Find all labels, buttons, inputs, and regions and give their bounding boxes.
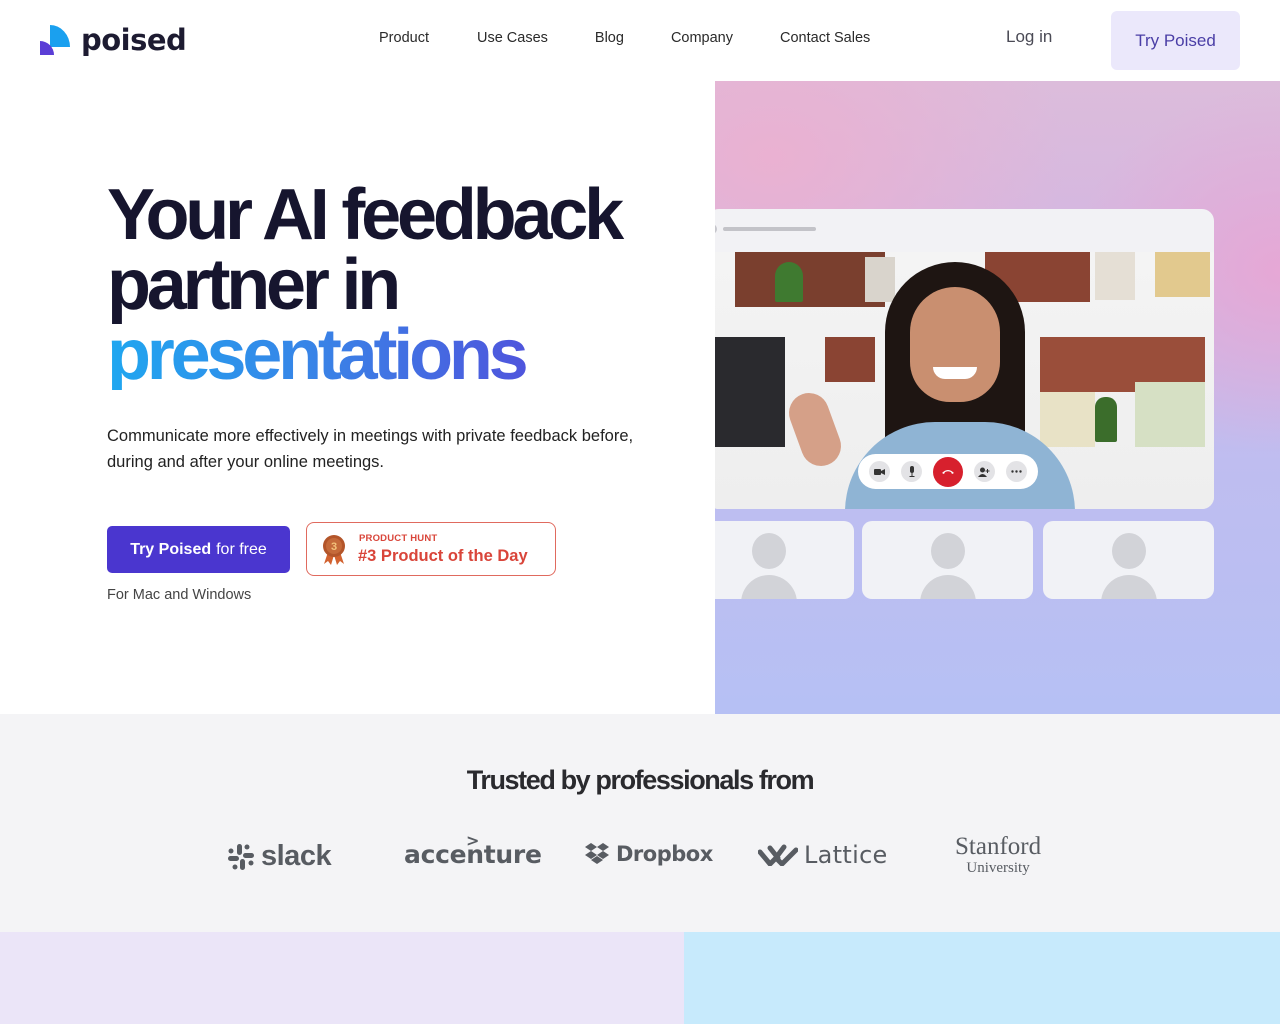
add-participant-button[interactable] <box>973 461 995 482</box>
try-poised-nav-button[interactable]: Try Poised <box>1111 11 1240 70</box>
user-avatar-icon <box>930 533 965 569</box>
cta-bold-label: Try Poised <box>130 540 212 558</box>
login-link[interactable]: Log in <box>1006 27 1052 47</box>
nav-link-blog[interactable]: Blog <box>595 29 624 47</box>
window-dot <box>715 224 717 234</box>
feature-panel-left <box>0 932 684 1024</box>
speaker-face <box>910 287 1000 402</box>
poised-logo[interactable]: poised <box>40 23 187 57</box>
hero-title-line-2: partner in <box>107 245 401 325</box>
accenture-logo: > accenture <box>404 831 542 869</box>
call-controls <box>858 454 1038 489</box>
dropbox-logo: Dropbox <box>585 842 713 866</box>
participant-tile <box>862 521 1033 599</box>
medal-number: 3 <box>331 541 337 553</box>
speaker-smile <box>933 367 977 379</box>
dropbox-icon <box>585 843 609 864</box>
camera-icon <box>874 468 886 475</box>
brand-name: poised <box>81 23 187 57</box>
poised-logo-icon <box>40 25 70 55</box>
top-nav: poised Product Use Cases Blog Company Co… <box>0 0 1280 80</box>
nav-links: Product Use Cases Blog Company Contact S… <box>379 29 870 47</box>
user-avatar-icon <box>751 533 786 569</box>
end-call-button[interactable] <box>932 456 963 487</box>
participant-tile <box>1043 521 1214 599</box>
speaker-video <box>715 252 1214 509</box>
badge-title: #3 Product of the Day <box>358 547 528 565</box>
try-poised-free-button[interactable]: Try Poised for free <box>107 526 290 573</box>
hero-title-highlight: presentations <box>107 319 620 391</box>
hero-title-line-1: Your AI feedback <box>107 175 624 255</box>
stanford-subtext: University <box>966 860 1030 876</box>
participant-tile <box>715 521 854 599</box>
video-call-window <box>715 209 1214 509</box>
trusted-title: Trusted by professionals from <box>466 765 815 795</box>
stanford-wordmark: Stanford <box>955 833 1042 860</box>
customer-logos: slack > accenture Dropbox Lattice Stanfo… <box>0 831 1280 884</box>
stanford-logo: Stanford University <box>955 834 1041 877</box>
nav-link-use-cases[interactable]: Use Cases <box>477 29 548 47</box>
lattice-icon <box>758 844 798 866</box>
hero-subtitle: Communicate more effectively in meetings… <box>107 427 634 471</box>
badge-label: PRODUCT HUNT <box>359 533 438 544</box>
speaker-hand <box>783 387 847 472</box>
nav-link-company[interactable]: Company <box>671 29 733 47</box>
lattice-wordmark: Lattice <box>804 841 888 869</box>
more-options-button[interactable] <box>1005 461 1027 482</box>
more-icon <box>1010 470 1022 473</box>
platform-note: For Mac and Windows <box>107 587 252 603</box>
nav-link-product[interactable]: Product <box>379 29 429 47</box>
dropbox-wordmark: Dropbox <box>616 842 713 866</box>
trusted-by-section: Trusted by professionals from slack > ac… <box>0 714 1280 932</box>
product-hunt-badge[interactable]: 3 PRODUCT HUNT #3 Product of the Day <box>306 522 556 576</box>
window-title-bar <box>723 227 816 231</box>
lattice-logo: Lattice <box>758 841 888 869</box>
user-avatar-icon <box>1111 533 1146 569</box>
cta-rest-label: for free <box>216 540 267 558</box>
hero-title: Your AI feedback partner in presentation… <box>107 175 624 391</box>
slack-icon <box>228 843 254 870</box>
slack-logo: slack <box>227 840 332 873</box>
accenture-caret-icon: > <box>466 831 480 850</box>
add-participant-icon <box>978 467 990 477</box>
end-call-icon <box>941 470 954 474</box>
microphone-icon <box>909 466 915 477</box>
camera-button[interactable] <box>869 461 891 482</box>
microphone-button[interactable] <box>901 461 923 482</box>
medal-icon: 3 <box>323 535 345 565</box>
feature-panel-right <box>684 932 1280 1024</box>
nav-link-contact-sales[interactable]: Contact Sales <box>780 29 870 47</box>
hero-illustration <box>715 81 1280 714</box>
slack-wordmark: slack <box>261 840 332 872</box>
